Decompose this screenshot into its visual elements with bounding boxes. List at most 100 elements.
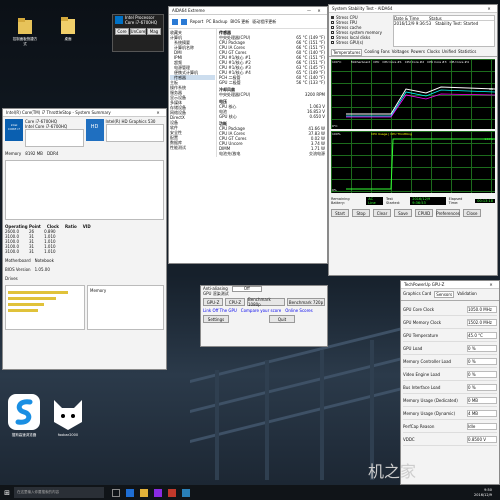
- benchmark-1080p-button[interactable]: Benchmark 1080p: [247, 297, 285, 307]
- window-title: AIDA64 Extreme: [172, 8, 205, 13]
- clear-button[interactable]: Clear: [373, 209, 391, 217]
- gpuz-titlebar: TechPowerUp GPU-Z ✕: [401, 281, 499, 289]
- foobar-cat-icon: [54, 400, 82, 430]
- tab-voltages[interactable]: Voltages: [392, 49, 409, 56]
- drive-bar: [8, 303, 44, 306]
- memory-label: Memory: [5, 151, 22, 156]
- checkbox-icon: [331, 21, 334, 24]
- clock-time: 9:50: [484, 487, 492, 492]
- task-view-icon[interactable]: [112, 488, 120, 497]
- close-icon[interactable]: ✕: [486, 282, 496, 287]
- close-icon[interactable]: ✕: [153, 110, 163, 115]
- app-icon[interactable]: [154, 488, 162, 497]
- cpu-usage-series: [346, 138, 495, 190]
- tab-validation[interactable]: Validation: [457, 291, 477, 298]
- gpuz-button[interactable]: GPU-Z: [203, 298, 223, 306]
- fence-post: [215, 370, 219, 480]
- aida64-window: AIDA64 Extreme — ✕ Report PC Backup BIOS…: [168, 6, 328, 264]
- tab-sensors[interactable]: Sensors: [434, 291, 455, 298]
- dock-icon-label: foobar2000: [57, 433, 79, 437]
- cpuz-button[interactable]: CPU-Z: [225, 298, 245, 306]
- drive-bar: [8, 309, 38, 312]
- stress-gpu-checkbox[interactable]: Stress GPU(s): [331, 40, 391, 45]
- close-button[interactable]: Close: [463, 209, 481, 217]
- sensor-panel: 传感器 中央处理器(CPU) 65 °C (149 °F) CPU Package…: [217, 29, 327, 157]
- memory-table-label: Memory: [90, 288, 107, 293]
- aida64-taskbar-icon[interactable]: [168, 488, 176, 497]
- tab-statistics[interactable]: Statistics: [458, 49, 476, 56]
- log-header: Status: [429, 15, 442, 21]
- start-button[interactable]: Start: [331, 209, 349, 217]
- core-button[interactable]: Core: [115, 28, 129, 35]
- memory-table: Memory: [87, 285, 164, 330]
- link[interactable]: Link Off The GPU: [203, 308, 237, 313]
- checkbox-icon: [331, 36, 334, 39]
- log-header: Date & Time: [394, 15, 420, 21]
- memory-type: DDR4: [46, 151, 59, 156]
- table-row: 2016/12/9 9:36:53 Stability Test: Started: [394, 21, 479, 26]
- report-button[interactable]: Report: [190, 19, 203, 24]
- window-title: Intel(R) Core(TM) i7 ThrottleStop - Syst…: [6, 110, 111, 115]
- status-label: Remaining Battery:: [331, 197, 350, 205]
- tab-clocks[interactable]: Clocks: [427, 49, 440, 56]
- link[interactable]: Compare your score: [241, 308, 281, 313]
- checkbox-icon: [331, 31, 334, 34]
- dock-icon-foobar2000[interactable]: foobar2000: [48, 392, 88, 437]
- sensor-row: Video Engine Load 0 %: [403, 368, 497, 381]
- intel-hd-badge-icon: HD: [85, 119, 104, 141]
- explorer-icon[interactable]: [140, 488, 148, 497]
- antialiasing-select[interactable]: Off: [231, 286, 262, 292]
- back-icon[interactable]: [172, 18, 178, 25]
- sensor-row: Memory Usage (Dedicated) 0 MB: [403, 394, 497, 407]
- desktop-icon-desktop[interactable]: 桌面: [55, 14, 81, 42]
- motherboard-label: Motherboard: [5, 258, 31, 263]
- settings-button[interactable]: Settings: [203, 315, 229, 323]
- save-button[interactable]: Save: [394, 209, 412, 217]
- op-header: VID: [82, 224, 91, 229]
- folder-icon: [61, 17, 75, 34]
- edge-icon[interactable]: [126, 488, 134, 497]
- sogou-browser-icon: [8, 394, 40, 430]
- stability-titlebar: System Stability Test - AIDA64 ✕: [329, 5, 497, 13]
- close-icon[interactable]: ✕: [314, 8, 324, 13]
- minimize-icon[interactable]: —: [304, 8, 314, 13]
- gpuz-window: TechPowerUp GPU-Z ✕ Graphics Card Sensor…: [400, 280, 500, 485]
- pc-backup-button[interactable]: PC Backup: [206, 19, 227, 24]
- preferences-button[interactable]: Preferences: [436, 209, 460, 217]
- tab-unified[interactable]: Unified: [442, 49, 456, 56]
- windows-start-icon[interactable]: ⊞: [0, 485, 14, 500]
- stop-button[interactable]: Stop: [352, 209, 370, 217]
- gpu-name: Intel(R) HD Graphics 530: [105, 119, 156, 124]
- sensor-row: PerfCap Reason Idle: [403, 420, 497, 433]
- gpuz-taskbar-icon[interactable]: [182, 488, 190, 497]
- watermark: 机之家: [368, 462, 417, 481]
- bios-value: 1.05.00: [34, 267, 50, 272]
- desktop-icon-label: 桌面: [64, 37, 72, 41]
- quit-button[interactable]: Quit: [269, 315, 295, 323]
- bios-update-button[interactable]: BIOS 更新: [230, 19, 249, 25]
- forward-icon[interactable]: [181, 18, 187, 25]
- desktop-icon-control-panel[interactable]: 控制面板快捷方式: [12, 16, 38, 47]
- tree-item[interactable]: 性能测试: [170, 145, 215, 150]
- driver-update-button[interactable]: 驱动程序更新: [252, 19, 276, 25]
- clock[interactable]: 9:50 2016/12/9: [474, 488, 492, 498]
- dock-icon-sogou-browser[interactable]: 搜狗高速浏览器: [4, 392, 44, 438]
- search-input[interactable]: 在这里输入你要搜索的内容: [14, 487, 104, 498]
- uncore-button[interactable]: UnCore: [130, 28, 146, 35]
- folder-icon: [18, 18, 32, 34]
- tab-powers[interactable]: Powers: [411, 49, 425, 56]
- window-title: System Stability Test - AIDA64: [332, 6, 393, 11]
- checkbox-icon: [331, 26, 334, 29]
- sensor-row: Memory Usage (Dynamic) 4 MB: [403, 407, 497, 420]
- temp-line-core: [346, 89, 495, 117]
- close-icon[interactable]: ✕: [484, 6, 494, 11]
- link[interactable]: Online Scores: [285, 308, 312, 313]
- tab-temperatures[interactable]: Temperatures: [331, 49, 363, 56]
- cpuid-button[interactable]: CPUID: [415, 209, 433, 217]
- aida64-titlebar: AIDA64 Extreme — ✕: [169, 7, 327, 15]
- benchmark-720p-button[interactable]: Benchmark 720p: [287, 298, 325, 306]
- mag-button[interactable]: Mag: [147, 28, 161, 35]
- drives-label: Drives: [5, 276, 18, 281]
- tab-cooling-fans[interactable]: Cooling Fans: [364, 49, 389, 56]
- tab-graphics-card[interactable]: Graphics Card: [403, 291, 431, 298]
